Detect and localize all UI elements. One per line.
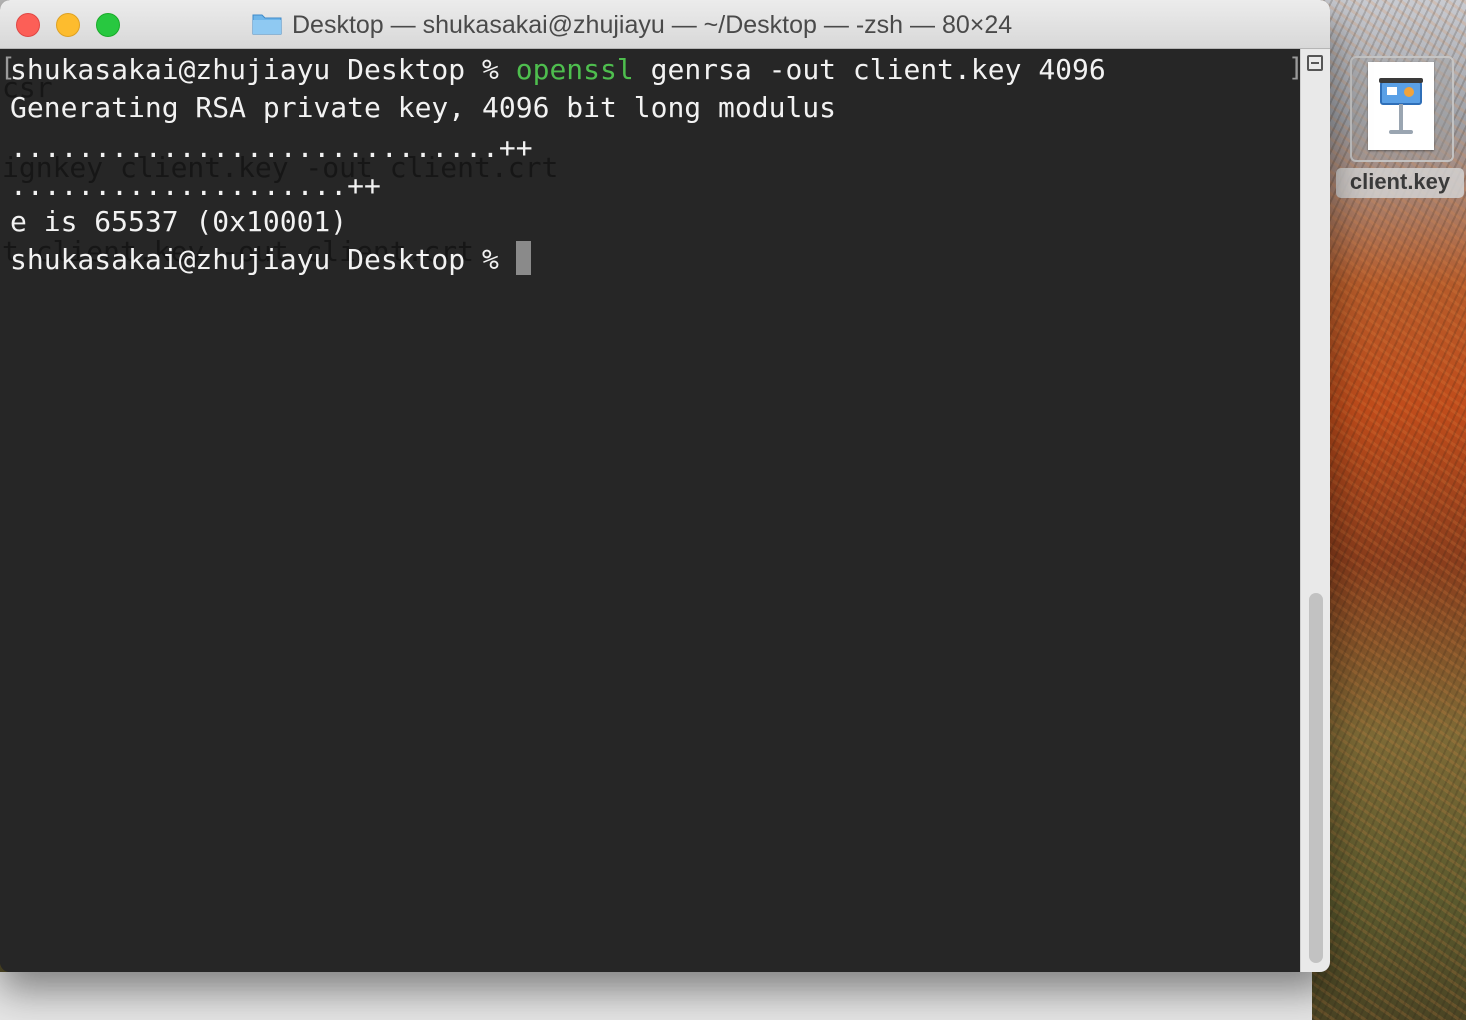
- terminal-output-line: .............................++: [10, 131, 533, 164]
- zoom-button[interactable]: [96, 13, 120, 37]
- terminal-content[interactable]: [ ] csr ignkey client.key -out client.cr…: [0, 49, 1304, 972]
- title-bar[interactable]: Desktop — shukasakai@zhujiayu — ~/Deskto…: [0, 0, 1330, 49]
- window-title: Desktop — shukasakai@zhujiayu — ~/Deskto…: [292, 10, 1013, 39]
- folder-icon: [252, 11, 282, 40]
- terminal-line-command: shukasakai@zhujiayu Desktop % openssl ge…: [10, 51, 1106, 89]
- command-args: genrsa -out client.key 4096: [633, 53, 1106, 86]
- terminal-output-line: ....................++: [10, 169, 381, 202]
- terminal-output-line: Generating RSA private key, 4096 bit lon…: [10, 91, 837, 124]
- desktop-background: [0, 972, 1312, 1020]
- terminal-output-line: e is 65537 (0x10001): [10, 205, 348, 238]
- vertical-scrollbar[interactable]: [1309, 593, 1323, 963]
- desktop-file-client-key[interactable]: client.key: [1336, 52, 1466, 202]
- shell-prompt: shukasakai@zhujiayu Desktop %: [10, 53, 516, 86]
- window-title-group: Desktop — shukasakai@zhujiayu — ~/Deskto…: [252, 10, 1012, 40]
- text-cursor: [515, 241, 531, 275]
- keynote-document-icon: [1368, 62, 1434, 150]
- close-button[interactable]: [16, 13, 40, 37]
- command-name: openssl: [515, 53, 634, 86]
- minimize-button[interactable]: [56, 13, 80, 37]
- shell-prompt: shukasakai@zhujiayu Desktop %: [10, 243, 516, 276]
- split-pane-icon[interactable]: [1307, 55, 1323, 71]
- desktop-file-label: client.key: [1336, 168, 1464, 198]
- terminal-window: Desktop — shukasakai@zhujiayu — ~/Deskto…: [0, 0, 1330, 972]
- scroll-gutter: [1300, 49, 1330, 972]
- terminal-line-prompt: shukasakai@zhujiayu Desktop %: [10, 241, 531, 279]
